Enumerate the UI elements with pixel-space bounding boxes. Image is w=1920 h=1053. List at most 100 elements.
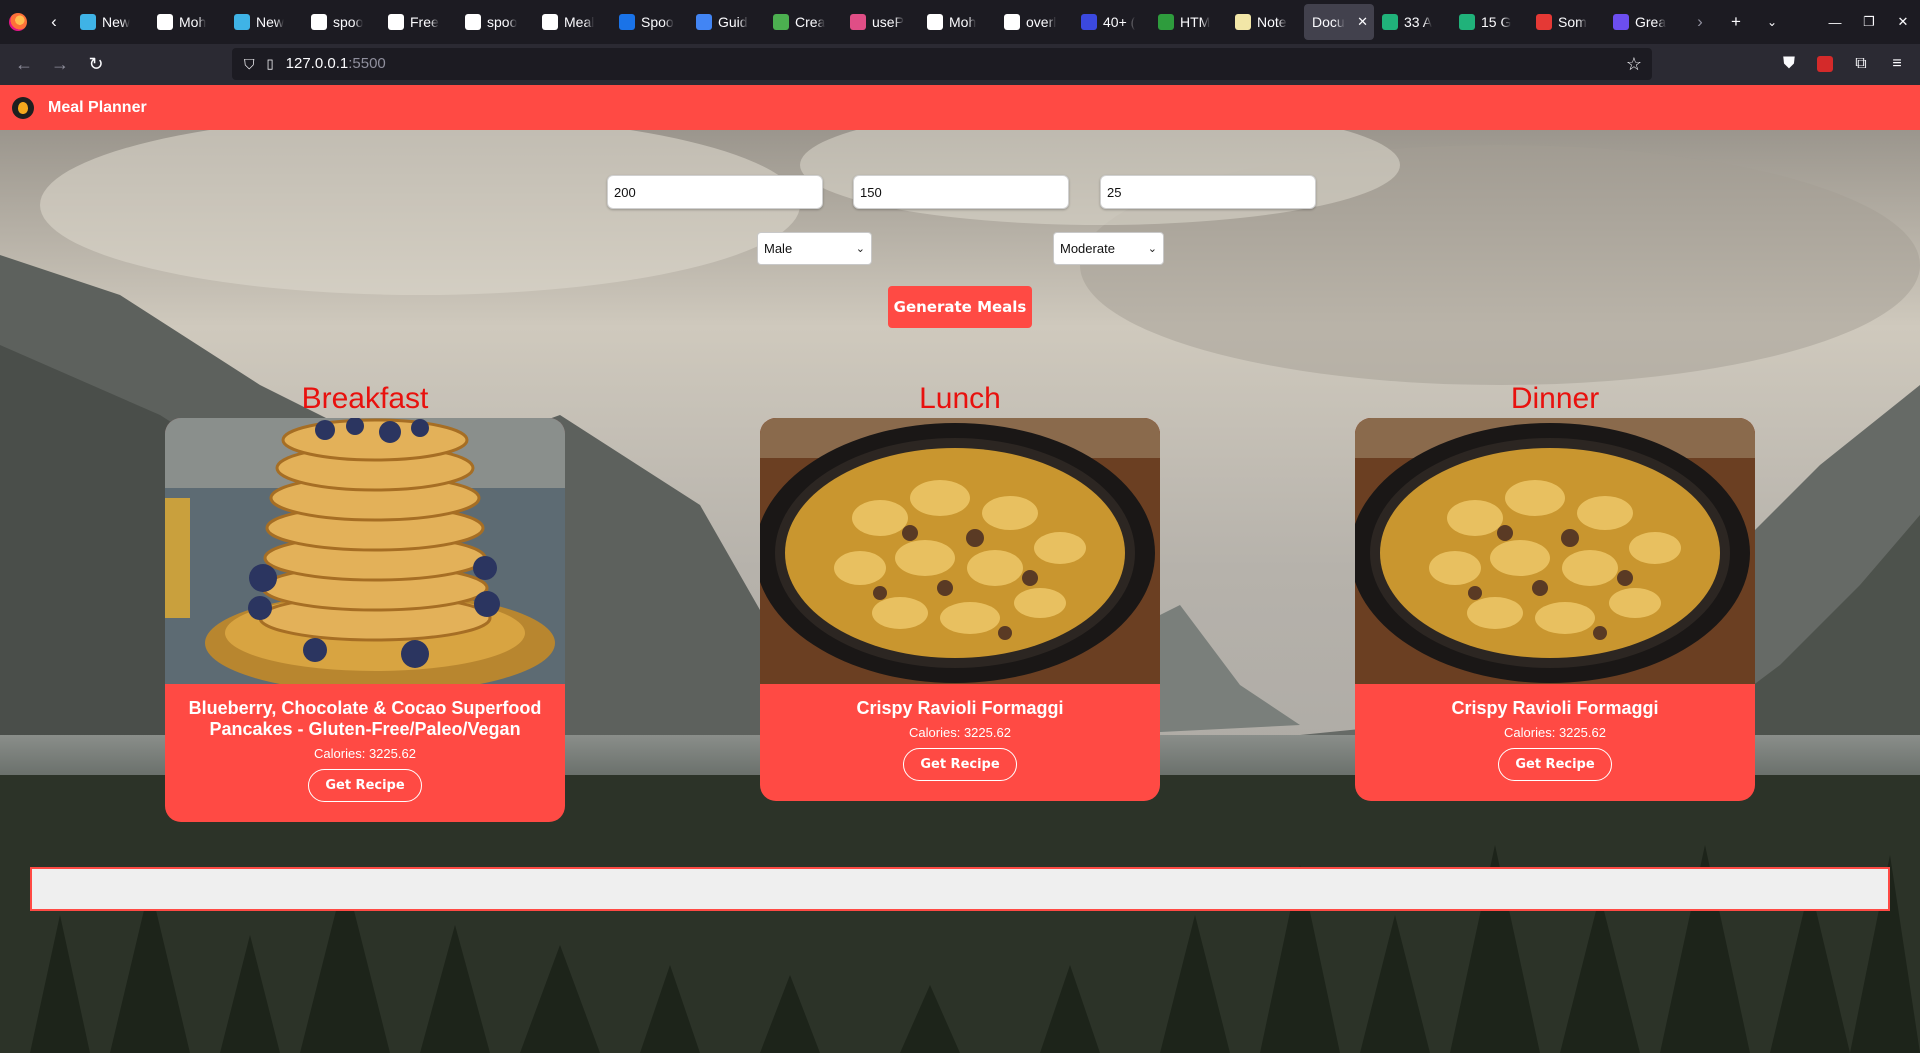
meal-card-lunch: Lunch Crispy Ravioli Formaggi Calories: … <box>760 380 1160 801</box>
sheet-icon <box>1382 14 1398 30</box>
tab-active[interactable]: Docu ✕ <box>1304 4 1374 40</box>
gender-select-value: Male <box>764 241 793 256</box>
browser-tab[interactable]: Crea <box>765 4 842 40</box>
height-input[interactable] <box>853 175 1069 209</box>
reload-icon[interactable]: ↻ <box>78 49 114 81</box>
browser-tab[interactable]: Meal <box>534 4 611 40</box>
six-icon <box>1613 14 1629 30</box>
recipe-title: Blueberry, Chocolate & Cocao Superfood P… <box>188 698 542 739</box>
generate-meals-button[interactable]: Generate Meals <box>888 286 1032 328</box>
get-recipe-button[interactable]: Get Recipe <box>308 769 422 802</box>
browser-tab[interactable]: HTM <box>1150 4 1227 40</box>
get-recipe-button[interactable]: Get Recipe <box>903 748 1017 781</box>
tab-label: Free <box>410 14 439 30</box>
browser-tab[interactable]: Spoo <box>611 4 688 40</box>
spoonacular-icon <box>311 14 327 30</box>
firefox-logo-icon[interactable] <box>0 0 36 44</box>
recipe-card: Crispy Ravioli Formaggi Calories: 3225.6… <box>1355 418 1755 801</box>
browser-tab[interactable]: Grea <box>1605 4 1682 40</box>
gender-select[interactable]: Male ⌄ <box>757 232 872 265</box>
app-title: Meal Planner <box>48 98 147 116</box>
extension-red-icon[interactable] <box>1810 48 1840 80</box>
tab-label: spoo <box>487 14 518 30</box>
pocket-icon[interactable]: ⛊ <box>1774 48 1804 80</box>
tab-label: spoo <box>333 14 364 30</box>
tab-label: Moh <box>949 14 977 30</box>
dev-icon <box>1081 14 1097 30</box>
new-tab-icon[interactable]: + <box>1718 0 1754 44</box>
tab-label: New <box>256 14 285 30</box>
leaf-icon <box>773 14 789 30</box>
app-header: Meal Planner <box>0 85 1920 130</box>
globe-icon <box>80 14 96 30</box>
recipe-card: Blueberry, Chocolate & Cocao Superfood P… <box>165 418 565 822</box>
browser-tab[interactable]: 15 G <box>1451 4 1528 40</box>
browser-tab[interactable]: Free <box>380 4 457 40</box>
bug-icon <box>1536 14 1552 30</box>
window-close-icon[interactable]: ✕ <box>1886 14 1920 30</box>
shield-icon[interactable]: ⛉ <box>244 56 255 73</box>
activity-select-value: Moderate <box>1060 241 1115 256</box>
recipe-calories: Calories: 3225.62 <box>314 746 416 761</box>
back-icon[interactable]: ← <box>6 49 42 81</box>
menu-icon[interactable]: ≡ <box>1882 48 1912 80</box>
meal-card-dinner: Dinner Crispy Ravioli Formaggi Calories:… <box>1355 380 1755 801</box>
github-icon <box>157 14 173 30</box>
browser-tab[interactable]: Moh <box>149 4 226 40</box>
restore-icon[interactable]: ❐ <box>1852 14 1886 30</box>
recipe-calories: Calories: 3225.62 <box>909 725 1011 740</box>
browser-tab[interactable]: 33 A <box>1374 4 1451 40</box>
browser-nav-bar: ← → ↻ ⛉ ▯ 127.0.0.1:5500 ☆ ⛊ ⧉ ≡ <box>0 44 1920 85</box>
get-recipe-button[interactable]: Get Recipe <box>1498 748 1612 781</box>
activity-select[interactable]: Moderate ⌄ <box>1053 232 1164 265</box>
browser-tab[interactable]: New <box>72 4 149 40</box>
notion-icon <box>542 14 558 30</box>
browser-tab[interactable]: Moh <box>919 4 996 40</box>
browser-tab[interactable]: New <box>226 4 303 40</box>
browser-tab[interactable]: overl <box>996 4 1073 40</box>
browser-tab[interactable]: 40+ ( <box>1073 4 1150 40</box>
app-logo-icon <box>12 96 34 119</box>
recipe-title: Crispy Ravioli Formaggi <box>1451 698 1659 718</box>
extensions-icon[interactable]: ⧉ <box>1846 48 1876 80</box>
minimize-icon[interactable]: — <box>1818 15 1852 30</box>
tab-scroll-left-icon[interactable]: ‹ <box>36 0 72 44</box>
browser-tab[interactable]: Guid <box>688 4 765 40</box>
recipe-calories: Calories: 3225.62 <box>1504 725 1606 740</box>
list-all-tabs-icon[interactable]: ⌄ <box>1754 0 1790 44</box>
browser-tab[interactable]: spoo <box>457 4 534 40</box>
age-input[interactable] <box>1100 175 1316 209</box>
pancakes-image <box>165 418 565 684</box>
note-icon <box>1235 14 1251 30</box>
browser-tab[interactable]: useP <box>842 4 919 40</box>
tab-close-icon[interactable]: ✕ <box>1357 14 1368 30</box>
results-panel <box>30 867 1890 911</box>
tab-label: 40+ ( <box>1103 14 1136 30</box>
spoonacular-icon <box>465 14 481 30</box>
tab-label: HTM <box>1180 14 1211 30</box>
weight-input[interactable] <box>607 175 823 209</box>
meal-card-breakfast: Breakfast Blueberry, Chocolate & Cocao S… <box>165 380 565 822</box>
page-viewport: Meal Planner Male ⌄ Moderate ⌄ Generate … <box>0 85 1920 1053</box>
meal-heading: Breakfast <box>301 382 429 415</box>
ravioli-image <box>1355 418 1755 684</box>
browser-tab[interactable]: Note <box>1227 4 1304 40</box>
globe-icon <box>234 14 250 30</box>
tab-scroll-right-icon[interactable]: › <box>1682 0 1718 44</box>
url-port: :5500 <box>348 55 386 72</box>
docs-icon <box>696 14 712 30</box>
recipe-title: Crispy Ravioli Formaggi <box>856 698 1064 718</box>
mdn-icon <box>1004 14 1020 30</box>
browser-tab[interactable]: spoo <box>303 4 380 40</box>
chevron-down-icon: ⌄ <box>855 243 865 255</box>
tab-label: Som <box>1558 14 1587 30</box>
tab-label: Moh <box>179 14 207 30</box>
bookmark-star-icon[interactable]: ☆ <box>1626 54 1642 75</box>
browser-tab-bar: ‹ New Moh New spoo Free spoo Meal Spoo Guid Crea u… <box>0 0 1920 44</box>
recipe-card: Crispy Ravioli Formaggi Calories: 3225.6… <box>760 418 1160 801</box>
tab-label: Note <box>1257 14 1287 30</box>
url-bar[interactable]: ⛉ ▯ 127.0.0.1:5500 ☆ <box>232 48 1652 80</box>
ravioli-image <box>760 418 1160 684</box>
forward-icon[interactable]: → <box>42 49 78 81</box>
browser-tab[interactable]: Som <box>1528 4 1605 40</box>
